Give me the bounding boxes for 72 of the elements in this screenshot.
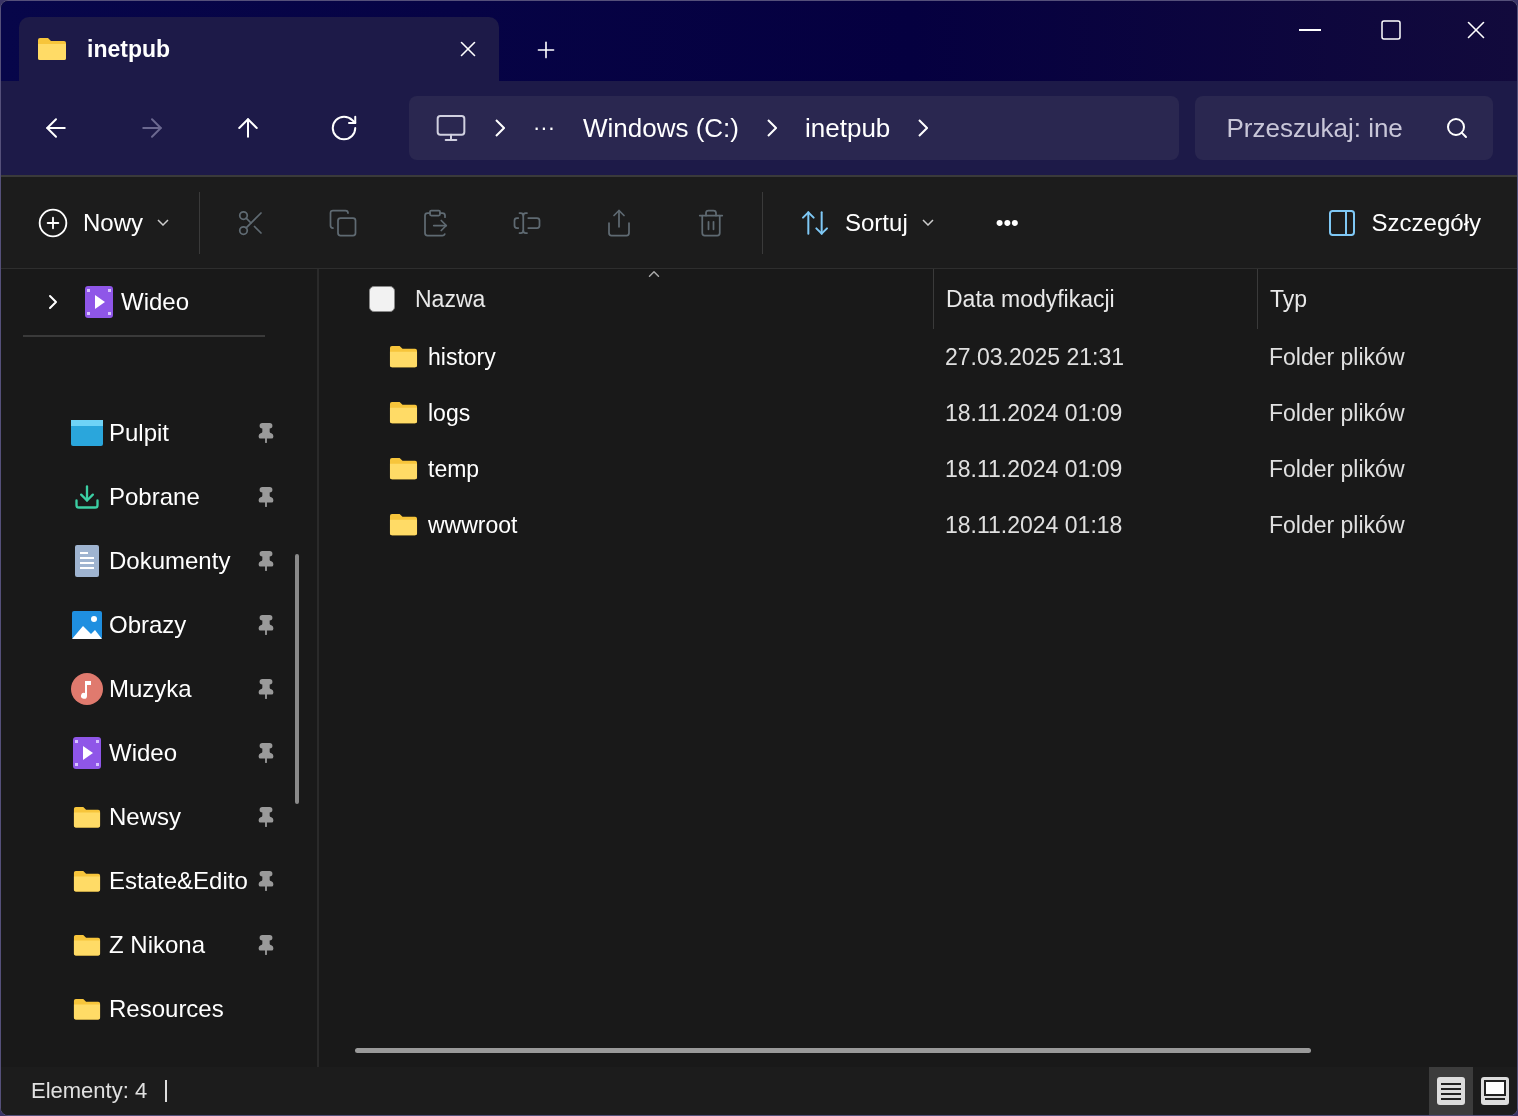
folder-icon <box>389 513 418 537</box>
music-icon <box>71 673 103 705</box>
sidebar-item[interactable]: Estate&Edito <box>1 849 317 913</box>
folder-icon <box>389 457 418 481</box>
type-cell-text: Folder plików <box>1268 399 1406 427</box>
date-cell-text: 18.11.2024 01:09 <box>944 399 1124 427</box>
date-cell-text: 18.11.2024 01:09 <box>944 455 1124 483</box>
file-name[interactable]: logs <box>355 399 933 427</box>
sidebar-item[interactable]: Pulpit <box>1 401 317 465</box>
maximize-icon <box>1379 18 1403 42</box>
details-pane-button[interactable]: Szczegóły <box>1325 206 1481 239</box>
type-cell-text: Folder plików <box>1268 455 1406 483</box>
folder-icon <box>73 933 101 957</box>
breadcrumb-item[interactable]: Windows (C:) <box>583 112 739 144</box>
chevron-icon <box>767 119 777 137</box>
search-icon <box>1445 116 1469 140</box>
plus-circle-icon <box>37 206 69 239</box>
search-field[interactable]: Przeszukaj: ine <box>1224 111 1445 145</box>
image-icon <box>72 611 102 639</box>
date-cell-text: 27.03.2025 21:31 <box>944 343 1126 371</box>
scrollbar[interactable] <box>355 1048 1311 1053</box>
type-cell-text: Folder plików <box>1268 511 1406 539</box>
sidebar-item[interactable]: Resources <box>1 977 317 1041</box>
download-icon <box>73 483 101 511</box>
tab-title: inetpub <box>87 35 172 63</box>
minimize-icon <box>1299 29 1321 31</box>
folder-icon <box>37 37 67 61</box>
sort-button[interactable]: Sortuj <box>799 206 934 239</box>
monitor-icon <box>435 112 467 144</box>
column-header[interactable]: Nazwa <box>355 269 933 329</box>
search-box[interactable]: Przeszukaj: ine <box>1194 96 1493 160</box>
sidebar-item[interactable]: Pobrane <box>1 465 317 529</box>
chevron-icon <box>918 119 929 137</box>
film-icon <box>73 737 101 769</box>
sidebar-item[interactable]: Newsy <box>1 785 317 849</box>
desktop-icon <box>71 420 103 446</box>
breadcrumb-more[interactable]: ··· <box>533 115 555 141</box>
new-button[interactable]: Nowy <box>37 206 169 239</box>
column-header[interactable]: Typ <box>1257 269 1517 329</box>
details-view-button[interactable] <box>1429 1067 1473 1115</box>
file-name[interactable]: wwwroot <box>355 511 933 539</box>
copy-icon <box>328 207 358 238</box>
file-name[interactable]: history <box>355 343 933 371</box>
tab[interactable]: inetpub <box>19 17 499 81</box>
column-header[interactable]: Data modyfikacji <box>933 269 1257 329</box>
chevron-icon <box>921 219 934 226</box>
checkbox[interactable] <box>369 286 395 312</box>
item-count: Elementy: 4 <box>31 1078 148 1104</box>
list-view-icon <box>1436 1076 1466 1106</box>
sidebar-item[interactable]: Wideo <box>1 721 317 785</box>
more-button[interactable]: ••• <box>995 209 1019 236</box>
sidebar-item[interactable]: Muzyka <box>1 657 317 721</box>
sidebar-item[interactable]: Dokumenty <box>1 529 317 593</box>
type-cell-text: Folder plików <box>1268 343 1406 371</box>
folder-icon <box>73 997 101 1021</box>
folder-icon <box>73 869 101 893</box>
delete-icon <box>696 207 726 238</box>
date-cell-text: 18.11.2024 01:18 <box>944 511 1124 539</box>
address-bar[interactable]: ··· Windows (C:) inetpub <box>409 96 1179 160</box>
sidebar-item[interactable]: Wideo <box>1 269 317 335</box>
folder-icon <box>73 805 101 829</box>
breadcrumb-item[interactable]: inetpub <box>805 112 891 144</box>
document-icon <box>75 545 99 577</box>
folder-icon <box>389 401 418 425</box>
sidebar-item[interactable]: Z Nikona <box>1 913 317 977</box>
film-icon <box>85 286 113 318</box>
folder-icon <box>389 345 418 369</box>
chevron-icon <box>157 219 169 226</box>
chevron-icon <box>495 119 505 137</box>
refresh-button[interactable] <box>329 113 359 143</box>
file-name[interactable]: temp <box>355 455 933 483</box>
tiles-view-icon <box>1480 1076 1510 1106</box>
